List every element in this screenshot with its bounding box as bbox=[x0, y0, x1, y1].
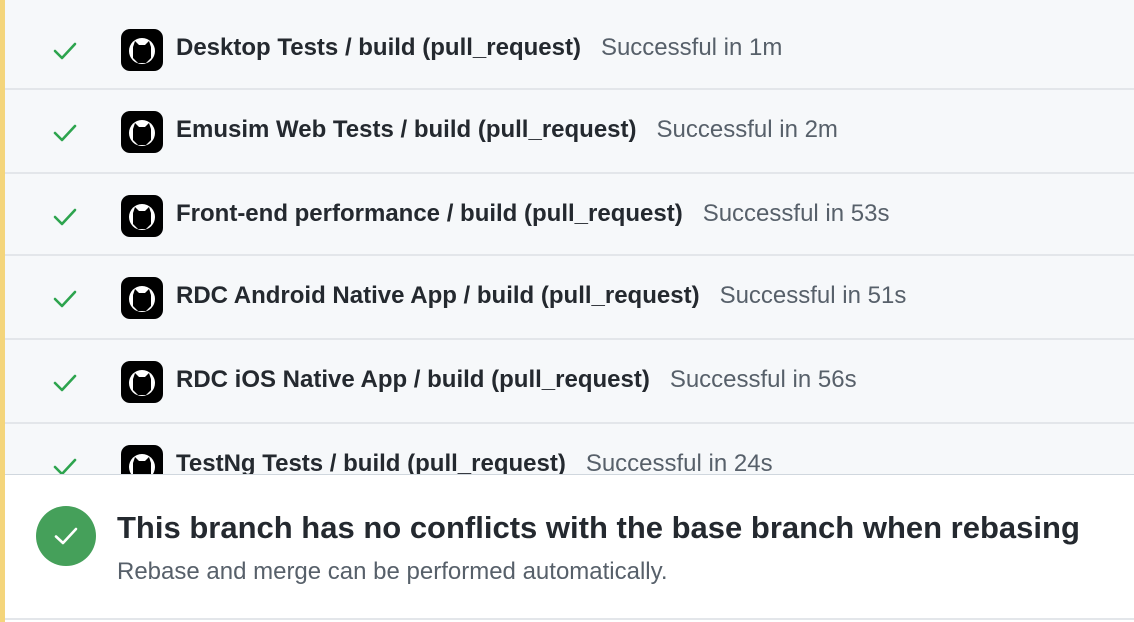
check-icon bbox=[54, 527, 78, 545]
github-actions-icon bbox=[121, 195, 163, 237]
check-icon bbox=[53, 374, 77, 392]
check-icon bbox=[53, 290, 77, 308]
check-icon bbox=[53, 208, 77, 226]
check-name[interactable]: Desktop Tests / build (pull_request) bbox=[176, 34, 581, 61]
check-name[interactable]: RDC Android Native App / build (pull_req… bbox=[176, 282, 700, 309]
github-actions-icon bbox=[121, 111, 163, 153]
check-row[interactable]: TestNg Tests / build (pull_request) Succe… bbox=[5, 422, 1134, 474]
check-status: Successful in 2m bbox=[656, 116, 838, 143]
check-status: Successful in 56s bbox=[669, 366, 857, 393]
check-status: Successful in 24s bbox=[585, 450, 773, 474]
check-icon bbox=[53, 42, 77, 60]
check-name[interactable]: TestNg Tests / build (pull_request) bbox=[176, 450, 566, 474]
check-row[interactable]: Emusim Web Tests / build (pull_request) S… bbox=[5, 88, 1134, 171]
check-row[interactable]: RDC iOS Native App / build (pull_request… bbox=[5, 338, 1134, 421]
check-row[interactable]: Desktop Tests / build (pull_request) Succ… bbox=[5, 0, 1134, 71]
github-actions-icon bbox=[121, 361, 163, 403]
check-circle-icon bbox=[36, 506, 96, 566]
github-actions-icon bbox=[121, 445, 163, 474]
github-actions-icon bbox=[121, 277, 163, 319]
check-status: Successful in 1m bbox=[600, 34, 783, 61]
check-name[interactable]: Emusim Web Tests / build (pull_request) bbox=[176, 116, 637, 143]
merge-status-title: This branch has no conflicts with the ba… bbox=[117, 510, 1080, 545]
check-status: Successful in 53s bbox=[702, 200, 890, 227]
check-row[interactable]: RDC Android Native App / build (pull_req… bbox=[5, 254, 1134, 337]
check-row[interactable]: Front-end performance / build (pull_requ… bbox=[5, 172, 1134, 255]
check-icon bbox=[53, 458, 77, 474]
checks-list[interactable]: Desktop Tests / build (pull_request) Succ… bbox=[5, 0, 1134, 474]
divider bbox=[5, 618, 1134, 620]
check-name[interactable]: RDC iOS Native App / build (pull_request… bbox=[176, 366, 650, 393]
merge-status-section: This branch has no conflicts with the ba… bbox=[5, 474, 1134, 622]
check-status: Successful in 51s bbox=[719, 282, 907, 309]
github-actions-icon bbox=[121, 29, 163, 71]
pr-merge-box: Desktop Tests / build (pull_request) Succ… bbox=[0, 0, 1134, 622]
check-name[interactable]: Front-end performance / build (pull_requ… bbox=[176, 200, 683, 227]
check-icon bbox=[53, 124, 77, 142]
merge-status-subtitle: Rebase and merge can be performed automa… bbox=[117, 558, 668, 585]
